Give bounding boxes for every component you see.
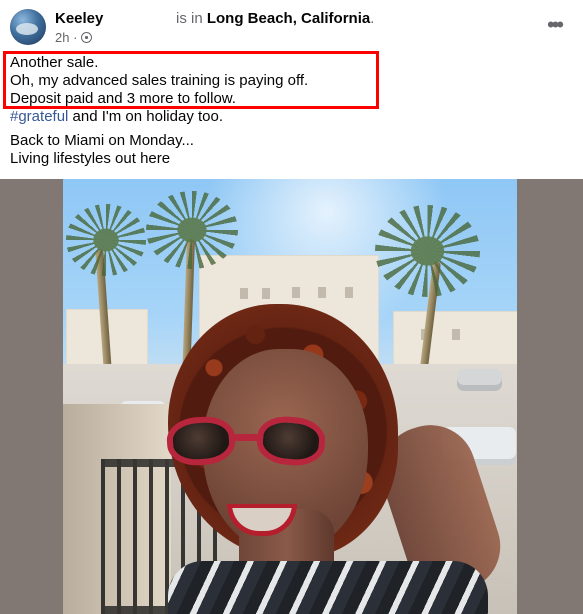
more-options-button[interactable]: •••: [541, 14, 567, 36]
parked-car: [457, 369, 502, 391]
location-suffix: .: [370, 10, 375, 27]
location-line: is in Long Beach, California.: [176, 10, 374, 28]
building-window: [452, 329, 460, 340]
post-header: Keeley is in Long Beach, California. 2h …: [0, 0, 583, 50]
author-avatar[interactable]: [10, 9, 46, 45]
avatar-earth-image: [16, 23, 38, 35]
building-window: [262, 288, 270, 299]
post-photo-frame[interactable]: [0, 179, 583, 614]
palm-tree-leaves: [375, 205, 480, 297]
hashtag-line: #grateful and I'm on holiday too.: [10, 108, 570, 126]
body-line-2: Oh, my advanced sales training is paying…: [10, 72, 309, 89]
body-line-1: Another sale.: [10, 54, 99, 71]
hashtag-tail: and I'm on holiday too.: [68, 108, 224, 125]
post-meta: 2h ·: [55, 30, 93, 46]
post-time[interactable]: 2h: [55, 30, 69, 45]
building-window: [292, 287, 300, 298]
after-line-1: Back to Miami on Monday...: [10, 132, 194, 149]
author-name[interactable]: Keeley: [55, 10, 103, 28]
striped-shirt: [168, 561, 488, 614]
building-window: [240, 288, 248, 299]
post-body: Another sale. Oh, my advanced sales trai…: [10, 54, 570, 168]
building-window: [345, 287, 353, 298]
red-sunglasses: [161, 407, 341, 477]
palm-tree-leaves: [146, 191, 238, 269]
globe-icon: [81, 32, 93, 43]
body-line-3: Deposit paid and 3 more to follow.: [10, 90, 236, 107]
location-link[interactable]: Long Beach, California: [207, 10, 370, 27]
horizontal-ellipsis-icon: •••: [546, 12, 564, 37]
palm-tree-leaves: [66, 204, 146, 276]
meta-separator: ·: [73, 30, 78, 45]
right-sunglass-lens: [255, 414, 327, 468]
facebook-post: Keeley is in Long Beach, California. 2h …: [0, 0, 583, 614]
after-line-2: Living lifestyles out here: [10, 150, 171, 167]
left-sunglass-lens: [165, 414, 237, 468]
selfie-photo[interactable]: [63, 179, 517, 614]
hashtag-link[interactable]: #grateful: [10, 108, 68, 125]
location-prefix: is in: [176, 10, 203, 27]
building-window: [318, 287, 326, 298]
